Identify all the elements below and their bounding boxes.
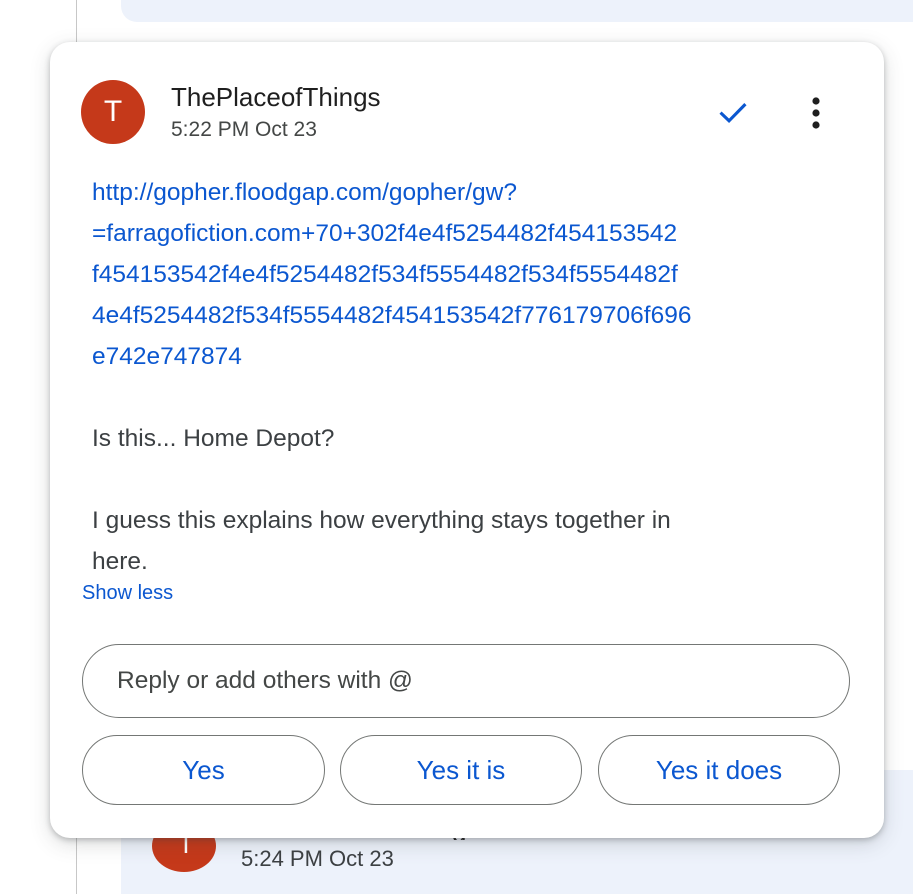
comment-paragraph-line: I guess this explains how everything sta… [92, 507, 671, 534]
comment-card: T ThePlaceofThings 5:22 PM Oct 23 http:/… [50, 42, 884, 838]
suggested-reply-label: Yes it is [416, 754, 506, 785]
author-name: ThePlaceofThings [171, 82, 381, 112]
suggested-reply-chip[interactable]: Yes [82, 735, 325, 805]
link-line: =farragofiction.com+70+302f4e4f5254482f4… [92, 220, 678, 247]
comment-body: http://gopher.floodgap.com/gopher/gw? =f… [92, 172, 832, 582]
avatar-letter: T [103, 95, 123, 128]
comment-timestamp: 5:22 PM Oct 23 [171, 118, 317, 141]
resolve-button[interactable] [708, 88, 758, 138]
link-line: 4e4f5254482f534f5554482f454153542f776179… [92, 302, 692, 329]
comment-paragraph-line: here. [92, 548, 148, 575]
comment-thread-view: T g 5:24 PM Oct 23 T ThePlaceofThings 5:… [0, 0, 913, 894]
link-line: e742e747874 [92, 343, 242, 370]
show-less-link[interactable]: Show less [82, 582, 173, 605]
suggested-reply-label: Yes it does [655, 754, 783, 785]
reply-input[interactable] [82, 644, 850, 718]
suggested-reply-chip[interactable]: Yes it does [598, 735, 840, 805]
more-options-button[interactable] [794, 86, 838, 140]
checkmark-icon [719, 103, 747, 123]
comment-paragraph: Is this... Home Depot? [92, 425, 335, 452]
suggested-reply-chip[interactable]: Yes it is [340, 735, 582, 805]
previous-comment-card[interactable] [121, 0, 913, 22]
avatar[interactable]: T [81, 80, 145, 144]
link-line: f454153542f4e4f5254482f534f5554482f534f5… [92, 261, 678, 288]
comment-link[interactable]: http://gopher.floodgap.com/gopher/gw? =f… [92, 172, 832, 377]
link-line: http://gopher.floodgap.com/gopher/gw? [92, 179, 517, 206]
more-vert-icon [812, 97, 820, 129]
suggested-reply-label: Yes [182, 754, 225, 785]
next-comment-timestamp: 5:24 PM Oct 23 [241, 846, 394, 871]
